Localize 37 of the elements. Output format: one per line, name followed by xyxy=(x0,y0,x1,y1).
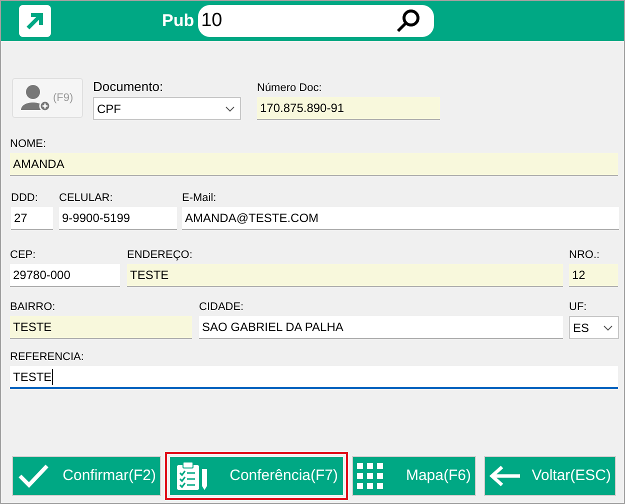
field-label: Número Doc: xyxy=(257,81,323,96)
input-field[interactable]: 27 xyxy=(11,207,53,230)
field-label: Documento: xyxy=(93,78,164,96)
field-label: REFERENCIA: xyxy=(10,350,85,365)
input-field[interactable]: TESTE xyxy=(127,264,563,287)
add-user-icon xyxy=(19,84,51,112)
check-icon xyxy=(17,463,49,489)
field-label: CIDADE: xyxy=(199,300,245,315)
clipboard-checklist-icon xyxy=(175,461,209,491)
dropdown[interactable]: ES xyxy=(569,316,619,339)
dropdown[interactable]: CPF xyxy=(93,97,241,120)
field-label: NOME: xyxy=(10,137,48,152)
field-label: E-Mail: xyxy=(182,191,218,206)
header-label: Pub xyxy=(162,10,194,32)
field-label: BAIRRO: xyxy=(10,300,56,315)
chevron-down-icon xyxy=(225,106,235,112)
arrow-logo-icon xyxy=(19,5,51,37)
grid-icon xyxy=(357,463,383,489)
search-field[interactable]: 10 xyxy=(198,5,434,37)
field-label: DDD: xyxy=(11,191,39,206)
field-label: CEP: xyxy=(10,248,37,263)
input-field[interactable]: AMANDA xyxy=(10,153,618,176)
field-label: ENDEREÇO: xyxy=(127,248,194,263)
input-field[interactable]: 29780-000 xyxy=(10,264,120,287)
input-field[interactable]: TESTE xyxy=(10,366,618,389)
input-field[interactable]: SAO GABRIEL DA PALHA xyxy=(199,316,563,339)
input-field[interactable]: TESTE xyxy=(10,316,192,339)
input-field[interactable]: 9-9900-5199 xyxy=(59,207,177,230)
search-icon[interactable] xyxy=(395,8,422,34)
input-field[interactable]: 12 xyxy=(569,264,618,287)
input-field[interactable]: 170.875.890-91 xyxy=(257,97,440,120)
field-label: NRO.: xyxy=(569,248,601,263)
chevron-down-icon xyxy=(603,324,613,330)
input-field[interactable]: AMANDA@TESTE.COM xyxy=(182,207,619,230)
field-label: UF: xyxy=(569,300,588,315)
left-arrow-icon xyxy=(489,465,521,487)
field-label: CELULAR: xyxy=(59,191,114,206)
